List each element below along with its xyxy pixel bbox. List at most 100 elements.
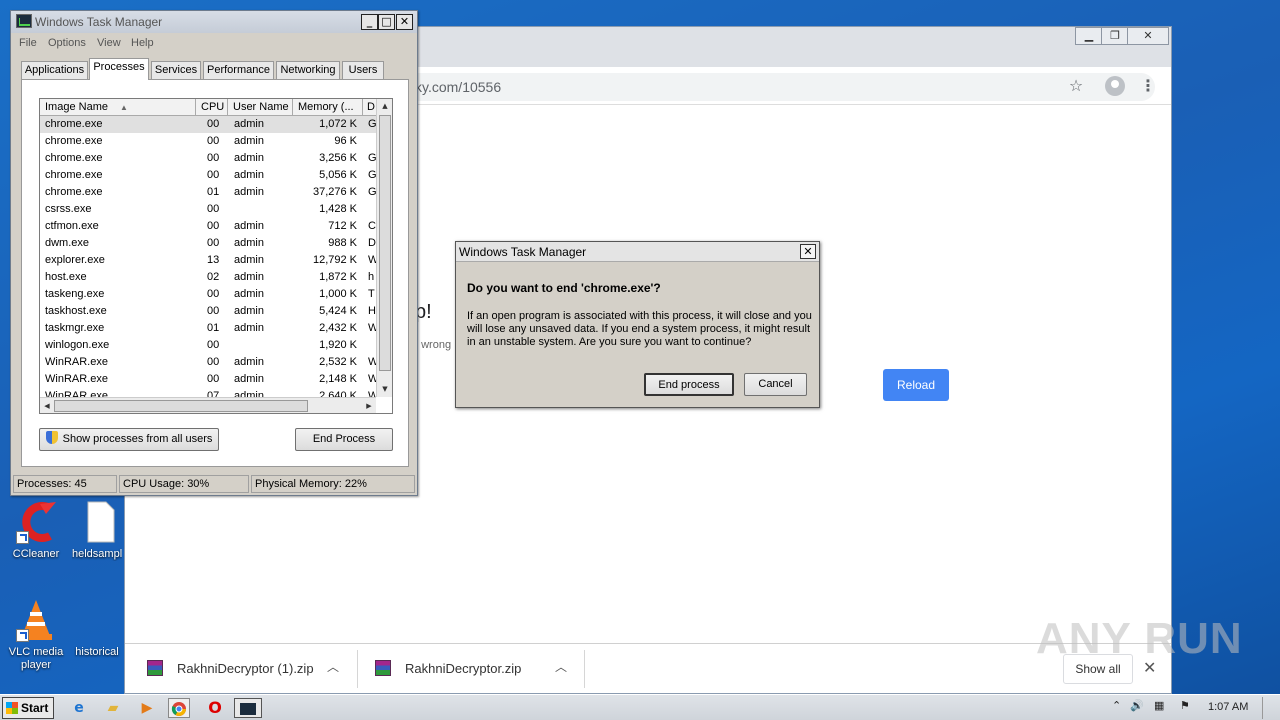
cell-memory: 3,256 K [319, 152, 357, 164]
chevron-up-icon[interactable]: ︿ [327, 658, 339, 675]
column-memory[interactable]: Memory (... [293, 99, 363, 116]
vertical-scrollbar[interactable]: ▲ ▼ [376, 99, 392, 397]
table-row[interactable]: taskeng.exe 00 admin 1,000 K T [40, 286, 376, 303]
cell-description: G [368, 118, 376, 130]
clock[interactable]: 1:07 AM [1208, 701, 1248, 713]
cell-cpu: 00 [207, 288, 220, 300]
scroll-right-icon[interactable]: ▶ [362, 398, 376, 413]
reload-button[interactable]: Reload [883, 369, 949, 401]
menu-view[interactable]: View [97, 37, 121, 49]
show-all-processes-label: Show processes from all users [62, 433, 213, 445]
tab-performance[interactable]: Performance [203, 61, 274, 80]
volume-icon[interactable]: 🔊 [1130, 699, 1144, 712]
dialog-question: Do you want to end 'chrome.exe'? [467, 281, 661, 295]
table-row[interactable]: chrome.exe 00 admin 1,072 K G [40, 116, 376, 133]
tab-users[interactable]: Users [342, 61, 384, 80]
table-row[interactable]: ctfmon.exe 00 admin 712 K C [40, 218, 376, 235]
tab-services[interactable]: Services [151, 61, 201, 80]
task-manager-taskbar-icon[interactable] [234, 698, 262, 718]
cell-memory: 1,920 K [319, 339, 357, 351]
cancel-button[interactable]: Cancel [744, 373, 807, 396]
table-row[interactable]: WinRAR.exe 00 admin 2,532 K W [40, 354, 376, 371]
table-row[interactable]: taskmgr.exe 01 admin 2,432 K W [40, 320, 376, 337]
scroll-up-icon[interactable]: ▲ [377, 99, 392, 113]
desktop-icon-ccleaner[interactable]: CCleaner [8, 500, 64, 561]
close-button[interactable]: ✕ [396, 14, 413, 30]
table-row[interactable]: taskhost.exe 00 admin 5,424 K H [40, 303, 376, 320]
table-row[interactable]: chrome.exe 00 admin 3,256 K G [40, 150, 376, 167]
tab-networking[interactable]: Networking [276, 61, 340, 80]
cell-image-name: chrome.exe [45, 135, 103, 147]
download-item[interactable]: RakhniDecryptor.zip ︿ [355, 644, 585, 694]
cell-description: W [368, 320, 376, 337]
process-list[interactable]: Image Name ▲ CPU User Name Memory (... D … [39, 98, 393, 414]
cell-memory: 1,872 K [319, 271, 357, 283]
menu-options[interactable]: Options [48, 37, 86, 49]
horizontal-scrollbar[interactable]: ◀ ▶ [40, 397, 376, 413]
close-button[interactable]: ✕ [1127, 27, 1169, 45]
minimize-button[interactable]: ▁ [1075, 27, 1103, 45]
tray-expand-icon[interactable]: ⌃ [1112, 699, 1121, 712]
column-user-name[interactable]: User Name [228, 99, 293, 116]
desktop-icon-heldsampl[interactable]: heldsampl [72, 500, 128, 561]
restore-button[interactable]: ❐ [1101, 27, 1129, 45]
confirm-end-process-button[interactable]: End process [644, 373, 734, 396]
chrome-icon[interactable] [168, 698, 190, 718]
table-row[interactable]: dwm.exe 00 admin 988 K D [40, 235, 376, 252]
column-description[interactable]: D [363, 99, 377, 116]
star-icon[interactable]: ☆ [1065, 75, 1087, 97]
address-bar[interactable]: ky.com/10556 [385, 73, 1155, 101]
download-item[interactable]: RakhniDecryptor (1).zip ︿ [127, 644, 357, 694]
menu-help[interactable]: Help [131, 37, 154, 49]
tab-applications[interactable]: Applications [21, 61, 88, 80]
media-player-icon[interactable]: ▶ [136, 698, 158, 718]
folder-icon[interactable]: ▰ [102, 698, 124, 718]
network-icon[interactable]: ▦ [1154, 699, 1164, 712]
desktop-icon-historical[interactable]: historical [72, 598, 128, 659]
table-row[interactable]: csrss.exe 00 1,428 K [40, 201, 376, 218]
table-row[interactable]: explorer.exe 13 admin 12,792 K W [40, 252, 376, 269]
uac-shield-icon [45, 431, 58, 444]
menu-file[interactable]: File [19, 37, 37, 49]
task-manager-window: Windows Task Manager _ □ ✕ File Options … [10, 10, 418, 496]
error-subtext: t wrong [415, 339, 452, 351]
table-row[interactable]: chrome.exe 00 admin 5,056 K G [40, 167, 376, 184]
opera-icon[interactable]: O [204, 698, 226, 718]
scroll-thumb[interactable] [54, 400, 308, 412]
download-filename: RakhniDecryptor (1).zip [177, 661, 314, 676]
table-row[interactable]: chrome.exe 01 admin 37,276 K G [40, 184, 376, 201]
column-cpu[interactable]: CPU [196, 99, 228, 116]
table-row[interactable]: winlogon.exe 00 1,920 K [40, 337, 376, 354]
cell-image-name: explorer.exe [45, 254, 105, 266]
show-all-processes-button[interactable]: Show processes from all users [39, 428, 219, 451]
cell-description: W [368, 252, 376, 269]
table-row[interactable]: WinRAR.exe 00 admin 2,148 K W [40, 371, 376, 388]
desktop-icon-vlc[interactable]: VLC media player [8, 598, 64, 672]
menu-dots-icon[interactable]: ⋮ [1137, 75, 1159, 97]
processes-panel: Image Name ▲ CPU User Name Memory (... D … [21, 79, 409, 467]
column-image-name[interactable]: Image Name ▲ [40, 99, 196, 116]
scroll-down-icon[interactable]: ▼ [377, 382, 392, 396]
winrar-archive-icon [147, 660, 163, 676]
minimize-button[interactable]: _ [361, 14, 378, 30]
show-desktop-button[interactable] [1262, 697, 1276, 719]
cell-memory: 12,792 K [312, 254, 357, 266]
file-icon [80, 500, 120, 544]
cell-description: W [368, 354, 376, 371]
maximize-button[interactable]: □ [378, 14, 395, 30]
profile-avatar-icon[interactable] [1104, 75, 1126, 97]
table-row[interactable]: host.exe 02 admin 1,872 K h [40, 269, 376, 286]
chevron-up-icon[interactable]: ︿ [555, 658, 567, 675]
internet-explorer-icon[interactable]: e [68, 698, 90, 718]
tab-processes[interactable]: Processes [89, 58, 149, 80]
start-button[interactable]: Start [2, 697, 54, 719]
table-row[interactable]: chrome.exe 00 admin 96 K [40, 133, 376, 150]
cell-memory: 988 K [328, 237, 357, 249]
scroll-left-icon[interactable]: ◀ [40, 398, 54, 413]
cell-memory: 96 K [334, 135, 357, 147]
dialog-close-button[interactable]: ✕ [800, 244, 816, 259]
end-process-button[interactable]: End Process [295, 428, 393, 451]
cell-image-name: taskeng.exe [45, 288, 105, 300]
action-center-flag-icon[interactable]: ⚑ [1180, 699, 1190, 712]
scroll-thumb[interactable] [379, 115, 391, 371]
